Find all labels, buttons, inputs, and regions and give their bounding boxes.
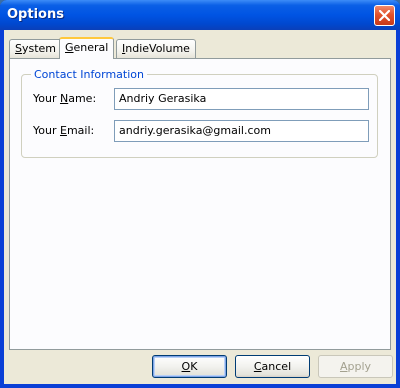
cancel-button-label: ancel	[261, 360, 292, 373]
tab-general-mnemonic: G	[65, 41, 74, 54]
your-email-label-post: mail:	[66, 124, 95, 137]
your-name-label: Your Name:	[33, 92, 96, 105]
contact-information-group	[21, 74, 378, 158]
apply-button-mnemonic: A	[339, 360, 348, 373]
ok-button-label: K	[190, 360, 198, 373]
ok-button[interactable]: OK	[152, 355, 227, 378]
ok-button-mnemonic: O	[181, 360, 191, 373]
title-bar[interactable]: Options	[0, 0, 400, 30]
your-name-label-post: ame:	[68, 92, 97, 105]
your-name-label-mnemonic: N	[59, 92, 69, 105]
contact-information-legend: Contact Information	[31, 68, 147, 81]
cancel-button-mnemonic: C	[253, 360, 262, 373]
close-icon	[379, 10, 390, 21]
your-email-label: Your Email:	[33, 124, 94, 137]
your-name-field[interactable]: Andriy Gerasika	[114, 88, 369, 110]
close-button[interactable]	[374, 5, 395, 26]
tab-general[interactable]: General	[59, 37, 115, 59]
dialog-client-area: System General IndieVolume Contact Infor…	[4, 30, 396, 384]
tab-system-label: ystem	[21, 42, 57, 55]
your-email-label-pre: Your	[33, 124, 60, 137]
window-title: Options	[7, 7, 64, 22]
tab-indievolume[interactable]: IndieVolume	[116, 39, 196, 58]
your-email-field[interactable]: andriy.gerasika@gmail.com	[114, 120, 369, 142]
apply-button-label: pply	[347, 360, 372, 373]
options-dialog: Options System General IndieVolume Conta…	[0, 0, 400, 388]
cancel-button[interactable]: Cancel	[235, 355, 310, 378]
apply-button[interactable]: Apply	[318, 355, 393, 378]
tab-system-mnemonic: S	[15, 42, 22, 55]
tab-system[interactable]: System	[9, 39, 63, 58]
your-email-label-mnemonic: E	[59, 124, 67, 137]
tab-indievolume-label: ndieVolume	[125, 42, 190, 55]
your-name-label-pre: Your	[33, 92, 60, 105]
tab-general-label: eneral	[73, 41, 109, 54]
